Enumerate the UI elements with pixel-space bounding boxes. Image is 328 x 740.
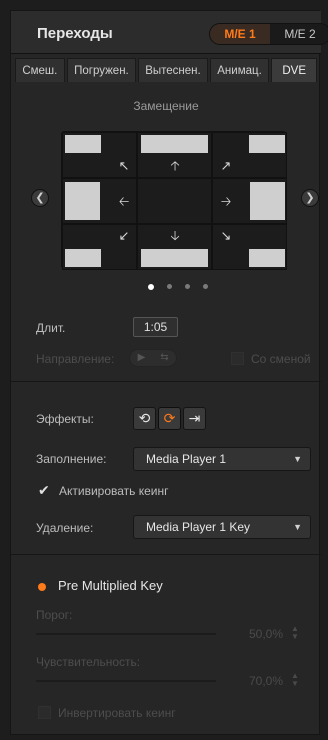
- invert-key-checkbox[interactable]: [38, 706, 51, 719]
- chevron-left-icon[interactable]: ❮: [31, 189, 49, 207]
- page-indicator: [148, 284, 208, 290]
- flip-flop-label: Со сменой: [251, 352, 311, 366]
- page-dot-2[interactable]: [167, 284, 172, 289]
- dve-cell-bottom[interactable]: 🡣: [137, 224, 212, 270]
- key-source-dropdown[interactable]: Media Player 1 Key ▼: [133, 515, 311, 539]
- page-dot-4[interactable]: [203, 284, 208, 289]
- tab-wipe[interactable]: Вытеснен.: [138, 58, 208, 82]
- tab-dve[interactable]: DVE: [271, 58, 318, 82]
- me2-button[interactable]: M/E 2: [270, 24, 328, 44]
- clip-label: Порог:: [36, 608, 73, 622]
- tab-mix[interactable]: Смеш.: [15, 58, 65, 82]
- section-divider: [11, 381, 321, 382]
- transitions-panel: Переходы M/E 1 M/E 2 Смеш. Погружен. Выт…: [10, 10, 328, 735]
- arrow-left-icon: 🡠: [118, 194, 130, 209]
- key-source-value: Media Player 1 Key: [146, 520, 251, 534]
- premult-radio[interactable]: [38, 583, 46, 591]
- gain-value[interactable]: 70,0%: [237, 671, 287, 691]
- panel-title: Переходы: [37, 25, 113, 42]
- clip-slider[interactable]: [36, 633, 216, 635]
- gain-slider[interactable]: [36, 680, 216, 682]
- direction-label: Направление:: [36, 352, 115, 366]
- me-selector: M/E 1 M/E 2: [209, 23, 328, 45]
- section-divider: [11, 554, 321, 555]
- direction-toggle[interactable]: ▶ ⇆: [129, 349, 177, 367]
- me1-button[interactable]: M/E 1: [210, 24, 270, 44]
- enable-key-label: Активировать кеинг: [59, 484, 169, 498]
- flip-flop-checkbox[interactable]: [231, 352, 244, 365]
- page-dot-3[interactable]: [185, 284, 190, 289]
- dve-cell-bottom-right[interactable]: ↘: [212, 224, 287, 270]
- fill-source-value: Media Player 1: [146, 452, 227, 466]
- rotate-ccw-icon[interactable]: ⟲: [133, 407, 156, 430]
- arrow-down-icon: 🡣: [170, 228, 180, 243]
- chevron-right-icon[interactable]: ❯: [301, 189, 319, 207]
- duration-label: Длит.: [36, 321, 66, 335]
- transition-tabs: Смеш. Погружен. Вытеснен. Анимац. DVE: [15, 58, 318, 82]
- arrow-down-right-icon: ↘: [220, 228, 232, 243]
- chevron-down-icon: ▼: [293, 454, 302, 464]
- tab-dip[interactable]: Погружен.: [66, 58, 137, 82]
- gain-stepper-icon[interactable]: ▲ ▼: [290, 672, 300, 690]
- dve-section-title: Замещение: [133, 99, 199, 113]
- dve-cell-right[interactable]: 🡢: [212, 178, 287, 224]
- arrow-up-icon: 🡡: [170, 158, 180, 173]
- arrow-up-right-icon: ↗: [220, 158, 232, 173]
- page-dot-1[interactable]: [148, 284, 154, 290]
- dve-cell-top-right[interactable]: ↗: [212, 132, 287, 178]
- invert-key-label: Инвертировать кеинг: [58, 706, 176, 720]
- dve-cell-left[interactable]: 🡠: [62, 178, 137, 224]
- arrow-down-left-icon: ↙: [118, 228, 130, 243]
- fill-source-dropdown[interactable]: Media Player 1 ▼: [133, 447, 311, 471]
- effects-label: Эффекты:: [36, 412, 94, 426]
- rotate-cw-icon[interactable]: ⟳: [158, 407, 181, 430]
- panel-header: Переходы M/E 1 M/E 2: [11, 11, 328, 54]
- dve-cell-bottom-left[interactable]: ↙: [62, 224, 137, 270]
- arrow-up-left-icon: ↖: [118, 158, 130, 173]
- premult-label: Pre Multiplied Key: [58, 578, 163, 593]
- dve-cell-center: [137, 178, 212, 224]
- enable-key-checkbox[interactable]: ✔: [38, 483, 52, 497]
- duration-input[interactable]: 1:05: [133, 317, 178, 337]
- gain-label: Чувствительность:: [36, 655, 141, 669]
- fly-key-icon[interactable]: ⇥: [183, 407, 206, 430]
- clip-value[interactable]: 50,0%: [237, 624, 287, 644]
- clip-stepper-icon[interactable]: ▲ ▼: [290, 625, 300, 643]
- chevron-down-icon: ▼: [293, 522, 302, 532]
- arrow-right-icon: 🡢: [220, 194, 232, 209]
- dve-cell-top[interactable]: 🡡: [137, 132, 212, 178]
- play-icon: ▶: [137, 352, 146, 363]
- tab-stinger[interactable]: Анимац.: [209, 58, 270, 82]
- dve-direction-grid: ↖ 🡡 ↗ 🡠 🡢 ↙ 🡣 ↘: [61, 131, 287, 270]
- reverse-icon: ⇆: [160, 352, 169, 363]
- key-label: Удаление:: [36, 521, 94, 535]
- dve-cell-top-left[interactable]: ↖: [62, 132, 137, 178]
- fill-label: Заполнение:: [36, 452, 107, 466]
